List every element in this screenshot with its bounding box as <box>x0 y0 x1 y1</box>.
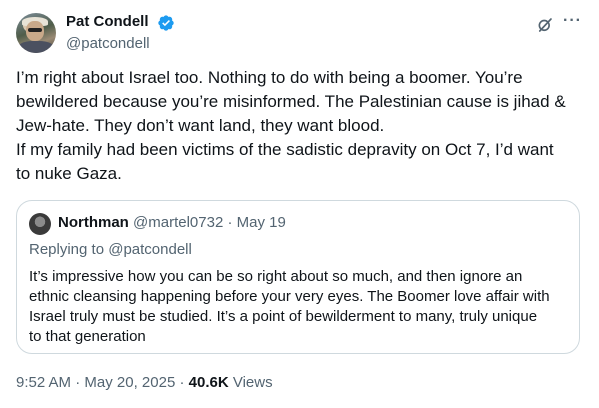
quoted-author-avatar[interactable] <box>29 213 51 235</box>
avatar-body <box>18 41 54 53</box>
grok-icon[interactable] <box>536 16 554 34</box>
tweet-line: Jew-hate. They don’t want land, they wan… <box>16 116 385 135</box>
quoted-text: It’s impressive how you can be so right … <box>29 267 569 347</box>
quoted-header: Northman @martel0732 · May 19 <box>58 214 286 231</box>
quoted-line: It’s impressive how you can be so right … <box>29 268 523 285</box>
quoted-author-name[interactable]: Northman <box>58 214 129 231</box>
quoted-author-handle[interactable]: @martel0732 <box>133 214 223 231</box>
separator-dot: · <box>179 374 185 391</box>
tweet-date[interactable]: May 20, 2025 <box>84 374 175 391</box>
tweet-time[interactable]: 9:52 AM <box>16 374 71 391</box>
quoted-line: ethnic cleansing happening before your v… <box>29 288 550 305</box>
views-count: 40.6K <box>188 374 229 391</box>
author-avatar[interactable] <box>16 13 56 53</box>
verified-badge-icon <box>158 15 174 31</box>
author-name[interactable]: Pat Condell <box>66 13 149 30</box>
tweet-text: I’m right about Israel too. Nothing to d… <box>16 66 586 186</box>
quoted-line: Israel truly must be studied. It’s a poi… <box>29 308 538 325</box>
quoted-tweet[interactable]: Northman @martel0732 · May 19 Replying t… <box>16 200 580 354</box>
replying-to: Replying to @patcondell <box>29 241 192 258</box>
more-icon[interactable]: ··· <box>563 12 582 30</box>
tweet-line: to nuke Gaza. <box>16 164 122 183</box>
views-label: Views <box>232 374 273 391</box>
tweet-meta: 9:52 AM · May 20, 2025 · 40.6K Views <box>16 374 273 391</box>
separator-dot: · <box>227 214 233 231</box>
quoted-date[interactable]: May 19 <box>237 214 286 231</box>
tweet-line: If my family had been victims of the sad… <box>16 140 554 159</box>
avatar-glasses <box>28 28 42 32</box>
quoted-line: to that generation <box>29 328 146 345</box>
tweet-line: bewildered because you’re misinformed. T… <box>16 92 566 111</box>
author-handle[interactable]: @patcondell <box>66 35 150 52</box>
separator-dot: · <box>75 374 81 391</box>
tweet-line: I’m right about Israel too. Nothing to d… <box>16 68 523 87</box>
